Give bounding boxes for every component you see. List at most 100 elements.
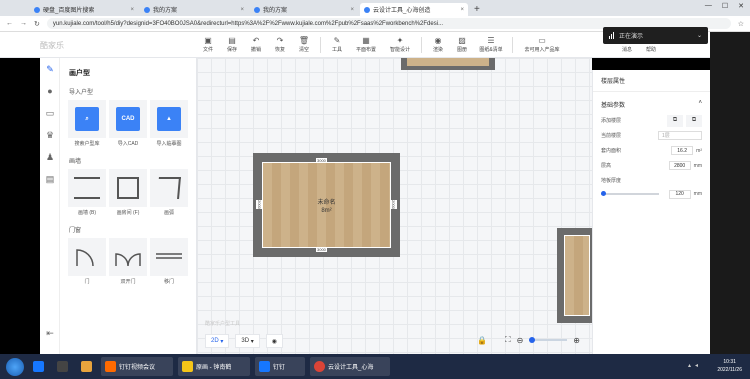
close-window-icon[interactable]: ✕ [738,2,744,10]
close-icon[interactable]: × [130,7,134,13]
volume-icon[interactable]: ◂ [695,362,698,369]
panel-title: 画户型 [69,70,90,77]
taskbar-pinned[interactable] [77,357,96,376]
add-floor-up-icon[interactable]: ⧉ [667,114,683,127]
clear-button[interactable]: 🗑 清空 [292,35,316,55]
dimension-left[interactable]: 2000 [256,200,263,209]
lock-icon[interactable]: 🔒 [477,336,487,345]
close-icon[interactable]: × [460,7,464,13]
arc-icon [157,177,181,199]
close-icon[interactable]: × [240,7,244,13]
app-icon [182,361,193,372]
back-icon[interactable]: ← [6,20,13,27]
layout-button[interactable]: ▦ 平面布置 [349,35,383,55]
minimize-icon[interactable]: — [705,2,712,10]
save-button[interactable]: ▤ 保存 [220,35,244,55]
search-floorplan-card[interactable]: ⌕ 搜索户型库 [68,100,106,147]
taskbar-app[interactable]: 钉钉视频会议 [101,357,173,376]
thickness-slider[interactable] [601,191,659,196]
light-category-icon[interactable]: ● [40,80,60,102]
draw-room-card[interactable]: 画房间 (F) [109,169,147,216]
new-tab-button[interactable]: + [474,3,480,16]
current-floor-select[interactable]: 1层 [658,131,702,140]
dimension-right[interactable]: 2000 [390,200,397,209]
sliding-door-card[interactable]: 移门 [150,238,188,285]
dimension-bottom[interactable]: 3000 [316,247,327,252]
chevron-down-icon[interactable]: ⌄ [697,32,702,39]
cabinet-category-icon[interactable]: ▤ [40,168,60,190]
album-button[interactable]: ▨ 图册 [450,35,474,55]
sliding-door-icon [156,253,182,259]
area-value: 16.2 [671,146,694,155]
network-icon[interactable]: ▴ [688,362,691,369]
zoom-out-icon[interactable]: ⊖ [517,336,524,345]
import-trace-card[interactable]: ▲ 导入临摹图 [150,100,188,147]
meeting-indicator[interactable]: 正在演示 ⌄ [603,27,708,44]
smart-design-button[interactable]: ✦ 智能设计 [383,35,417,55]
maximize-icon[interactable]: ☐ [722,2,728,10]
partial-room[interactable] [557,228,597,323]
view-2d-button[interactable]: 2D ▾ [205,334,230,348]
furniture-category-icon[interactable]: ▭ [40,102,60,124]
fit-view-icon[interactable]: ⛶ [505,335,511,345]
area-row: 套内面积 16.2 m² [601,146,702,155]
library-panel: 画户型 导入户型 ⌕ 搜索户型库 CAD 导入CAD ▲ 导入临摹图 画墙 画墙 (B… [60,58,197,354]
view-3d-button[interactable]: 3D ▾ [235,334,260,348]
folder-icon: ▣ [204,36,212,45]
double-door-card[interactable]: 双开门 [109,238,147,285]
taskbar-app-active[interactable]: 云设计工具_心海 [310,357,390,376]
draw-wall-card[interactable]: 画墙 (B) [68,169,106,216]
collapse-panel-icon[interactable]: ⇤ [40,322,60,344]
taskbar-app[interactable]: 原画 - 钟南鹤 [178,357,250,376]
add-floor-down-icon[interactable]: ⧉ [686,114,702,127]
redo-button[interactable]: ↷ 恢复 [268,35,292,55]
undo-button[interactable]: ↶ 撤销 [244,35,268,55]
browser-tab[interactable]: 硬盘_百度图片搜索 × [30,3,138,16]
floorplan-category-icon[interactable]: ✎ [40,58,60,80]
wrench-icon: ✎ [333,36,341,45]
dimension-top[interactable]: 3000 [316,158,327,163]
render-button[interactable]: ◉ 渲染 [426,35,450,55]
app-icon [105,361,116,372]
decor-category-icon[interactable]: ♛ [40,124,60,146]
section-header[interactable]: 基础参数 ˄ [593,92,710,113]
start-button[interactable] [6,357,24,376]
forward-icon[interactable]: → [20,20,27,27]
divider [320,37,321,53]
reload-icon[interactable]: ↻ [34,20,40,28]
visibility-button[interactable]: ◉ [265,334,283,348]
wall-icon [74,177,100,199]
browser-tab[interactable]: 我的方案 × [250,3,358,16]
star-icon[interactable]: ☆ [738,20,744,28]
cad-icon: CAD [116,107,140,131]
camera-icon: ◉ [434,36,442,45]
trash-icon: 🗑 [298,36,310,45]
zoom-slider[interactable] [529,337,568,343]
floor-thickness-input[interactable]: 120 [668,189,691,199]
import-cad-card[interactable]: CAD 导入CAD [109,100,147,147]
product-library-button[interactable]: ▭ 去可用入产品库 [517,35,567,55]
room[interactable]: 未命名 8m² 3000 3000 2000 2000 [253,153,400,257]
floor-height-input[interactable]: 2800 [668,161,691,170]
draw-arc-card[interactable]: 画弧 [150,169,188,216]
door-card[interactable]: 门 [68,238,106,285]
zoom-in-icon[interactable]: ⊕ [573,336,580,345]
file-button[interactable]: ▣ 文件 [196,35,220,55]
drawings-button[interactable]: ☰ 图纸&清单 [474,35,508,55]
browser-tab-active[interactable]: 云设计工具_心海创造 × [360,3,468,16]
taskbar-pinned[interactable] [53,357,72,376]
person-category-icon[interactable]: ♟ [40,146,60,168]
room-floor[interactable]: 未命名 8m² [262,162,391,248]
taskbar-app[interactable]: 钉钉 [255,357,305,376]
partial-room[interactable] [401,58,495,70]
thickness-slider-handle[interactable] [601,191,606,196]
taskbar-pinned[interactable] [29,357,48,376]
close-icon[interactable]: × [350,7,354,13]
zoom-slider-handle[interactable] [529,337,536,343]
browser-tab[interactable]: 我的方案 × [140,3,248,16]
clock[interactable]: 10:31 2022/11/26 [717,358,742,374]
design-canvas[interactable]: 未命名 8m² 3000 3000 2000 2000 酷家乐户型工具 2D ▾… [197,58,597,354]
tools-button[interactable]: ✎ 工具 [325,35,349,55]
app-logo: 酷家乐 [40,41,64,50]
signal-icon [609,32,614,39]
